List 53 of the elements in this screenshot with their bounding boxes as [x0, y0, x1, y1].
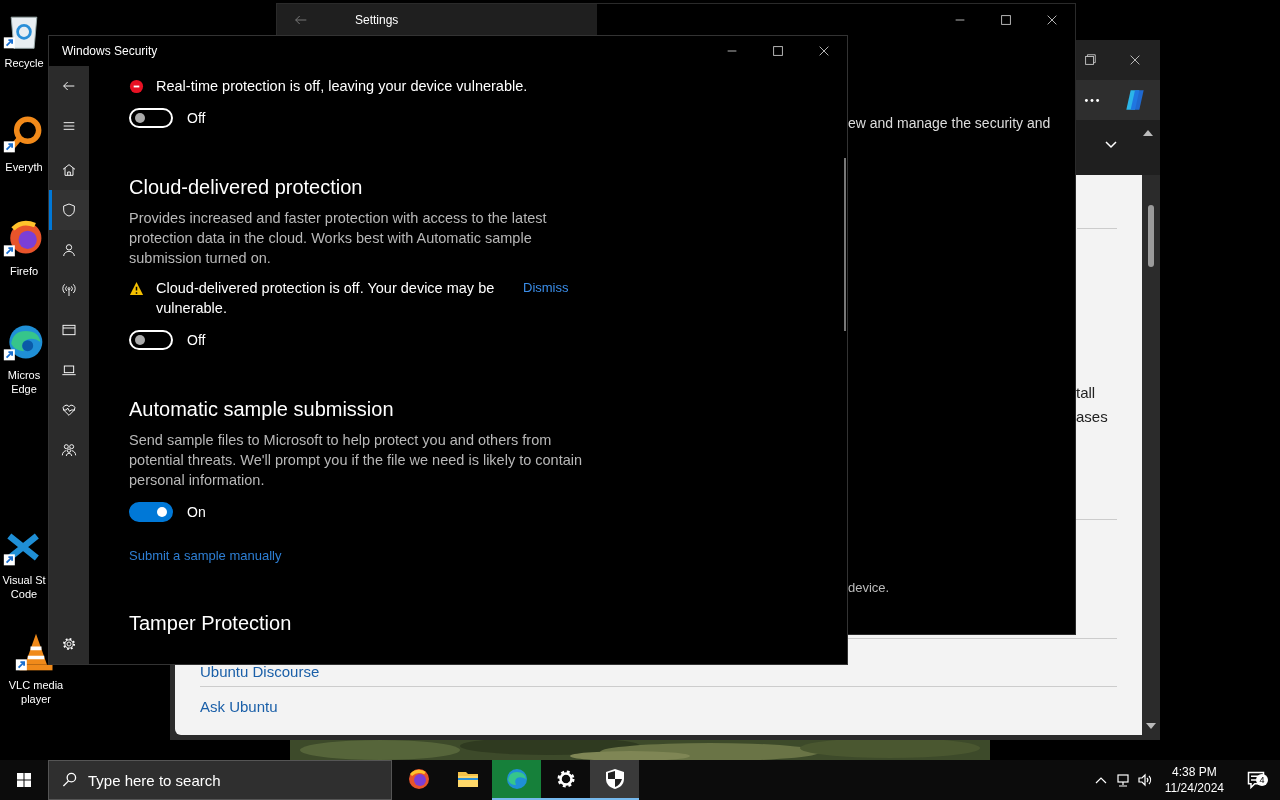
desktop-icon-label[interactable]: Micros Edge	[0, 368, 48, 396]
section-description: Send sample files to Microsoft to help protect you and others from potential threats. We'll prompt you if the file we need is likely to contain personal information.	[129, 431, 584, 490]
notification-count-badge: 4	[1256, 774, 1268, 786]
laptop-icon	[61, 362, 77, 378]
section-heading: Automatic sample submission	[129, 397, 395, 422]
scrollbar[interactable]	[844, 158, 846, 331]
description-text: device.	[848, 580, 891, 595]
alert-message: Cloud-delivered protection is off. Your device may be vulnerable.	[156, 279, 496, 318]
search-field[interactable]: Type here to search	[48, 760, 392, 800]
window-title: Windows Security	[62, 44, 158, 58]
link[interactable]: Ubuntu Discourse	[200, 663, 320, 680]
desktop-icon-label[interactable]: VLC media player	[0, 678, 72, 706]
toggle-label: Off	[187, 110, 206, 126]
person-icon	[61, 242, 77, 258]
fox-globe-icon	[406, 767, 431, 791]
network-icon[interactable]	[1114, 772, 1131, 788]
nav-item[interactable]	[49, 190, 89, 230]
people-icon	[61, 442, 77, 458]
wireless-icon	[61, 282, 77, 298]
submit-sample-link[interactable]: Submit a sample manually	[129, 548, 282, 563]
desktop-icon-label[interactable]: Recycle	[4, 56, 44, 70]
section-description: Provides increased and faster protection with access to the latest protection data in the cloud. Works best with Automatic sample submission turned on.	[129, 209, 548, 268]
section-heading: Tamper Protection	[129, 611, 293, 636]
windows-logo-icon	[16, 772, 32, 788]
scroll-down-icon[interactable]	[1146, 723, 1156, 729]
search-icon	[62, 772, 77, 787]
clock[interactable]: 4:38 PM 11/24/2024	[1158, 764, 1230, 796]
link[interactable]: Ask Ubuntu	[200, 698, 278, 715]
settings-icon	[61, 636, 77, 652]
description-text: ew and manage the security and	[848, 115, 1052, 131]
heart-icon	[61, 402, 77, 418]
warning-icon	[129, 281, 144, 296]
shield-icon	[61, 202, 77, 218]
taskbar-app[interactable]	[590, 760, 639, 800]
dismiss-link[interactable]: Dismiss	[523, 278, 569, 298]
toggle-label: Off	[187, 332, 206, 348]
more-icon[interactable]	[1084, 97, 1100, 103]
toggle-label: On	[187, 504, 206, 520]
section-heading: Cloud-delivered protection	[129, 175, 364, 200]
desktop-icon-label[interactable]: Firefo	[9, 264, 39, 278]
desktop-icon-label[interactable]: Visual St Code	[0, 573, 48, 601]
desktop-icon-label[interactable]: Everyth	[5, 160, 43, 174]
toggle-switch[interactable]	[129, 502, 173, 522]
home-icon	[61, 162, 77, 178]
scroll-up-icon[interactable]	[1143, 130, 1153, 136]
page-text: ases	[1076, 407, 1109, 427]
alert-message: Real-time protection is off, leaving your device vulnerable.	[156, 77, 528, 96]
wave-globe-icon	[504, 767, 529, 791]
volume-icon[interactable]	[1136, 772, 1153, 788]
window-icon	[61, 322, 77, 338]
page-text: tall	[1076, 383, 1097, 403]
error-icon	[129, 79, 144, 94]
window-title: Settings	[355, 13, 399, 27]
